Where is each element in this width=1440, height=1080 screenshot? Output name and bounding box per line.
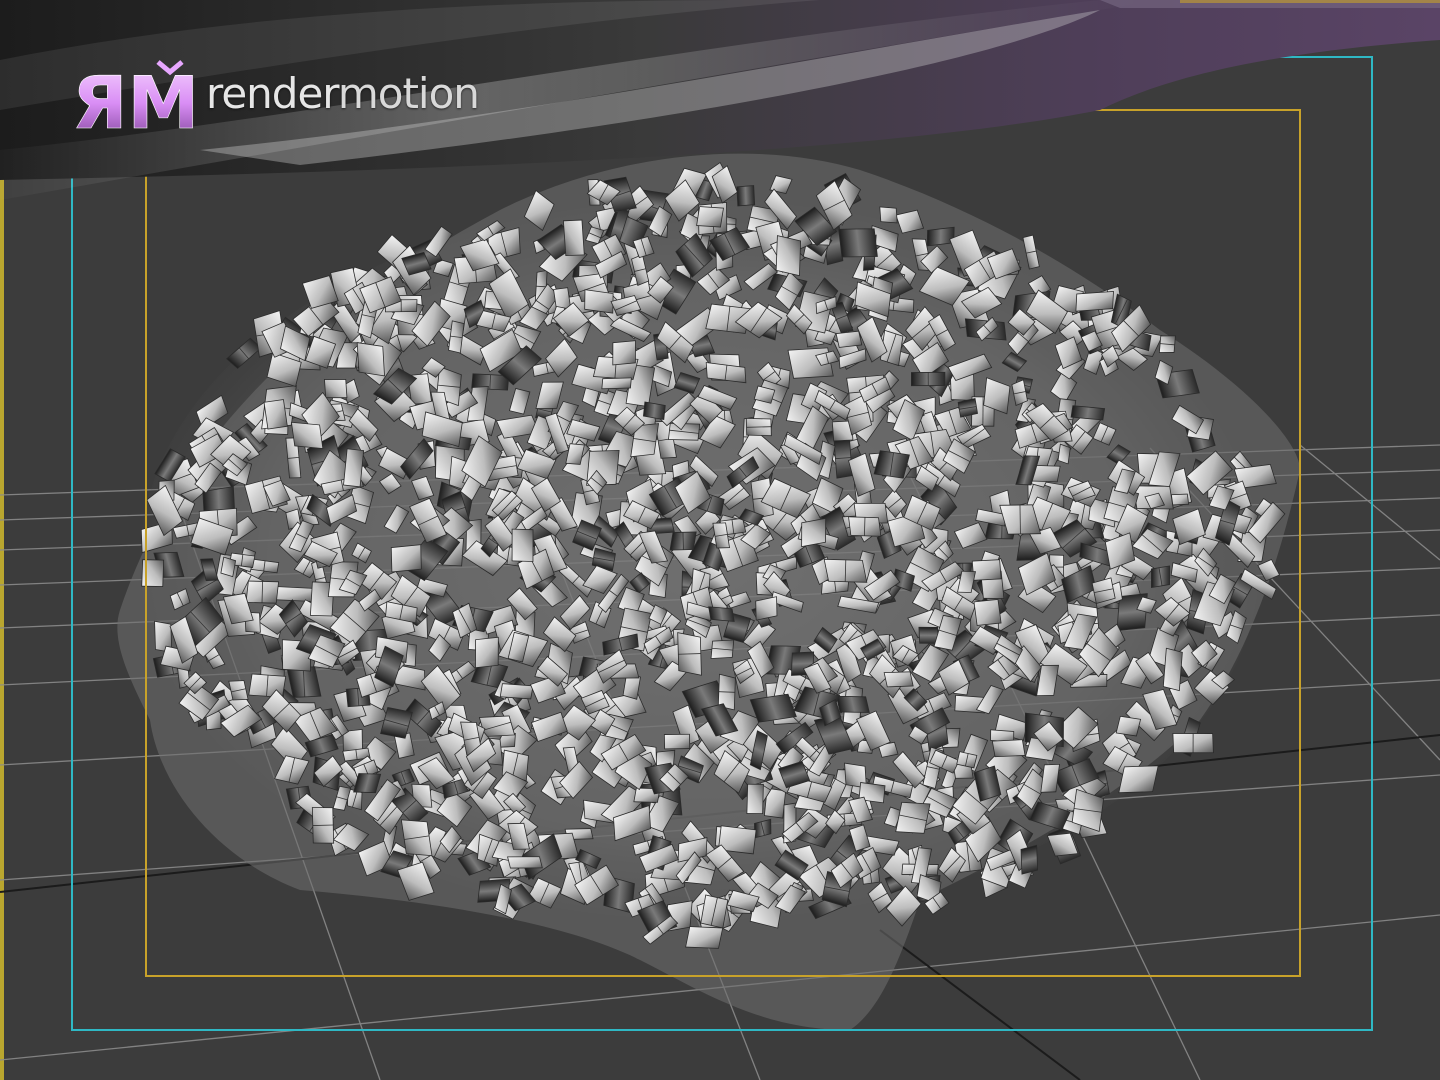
leaf-quad xyxy=(835,695,870,713)
grid-axis-z xyxy=(879,929,1081,1080)
leaf-edge xyxy=(261,581,263,603)
leaf-quad xyxy=(511,528,534,562)
leaf-quad xyxy=(584,289,614,314)
leaf-quad xyxy=(601,377,632,390)
leaf-quad xyxy=(1170,493,1190,506)
leaf-quad xyxy=(755,596,778,621)
tree-model[interactable] xyxy=(117,153,1301,1030)
leaf-quad xyxy=(1040,763,1060,793)
leaf-quad xyxy=(273,586,317,602)
leaf-quad xyxy=(1046,832,1079,857)
viewport-scene xyxy=(0,0,1440,1080)
leaf-quad xyxy=(642,401,666,421)
leaf-quad xyxy=(1020,844,1039,875)
leaf-quad xyxy=(708,606,735,622)
rendermotion-logo-mark-icon: ЯM xyxy=(66,60,204,145)
leaf-quad xyxy=(1162,647,1183,692)
leaf-quad xyxy=(736,185,756,207)
leaf-quad xyxy=(696,206,724,228)
logo-mark-text: ЯM xyxy=(72,61,199,136)
leaf-quad xyxy=(1118,765,1159,794)
leaf-quad xyxy=(1057,443,1071,465)
leaf-quad xyxy=(356,342,385,377)
leaf-quad xyxy=(343,448,365,488)
leaf-quad xyxy=(220,556,237,578)
leaf-quad xyxy=(1070,405,1106,421)
leaf-edge xyxy=(864,517,866,536)
logo-wordmark-render: render xyxy=(206,69,339,118)
leaf-quad xyxy=(926,226,955,247)
3d-viewport[interactable]: ЯM rendermotion xyxy=(0,0,1440,1080)
leaf-quad xyxy=(475,636,499,669)
leaf-quad xyxy=(290,421,324,449)
leaf-quad xyxy=(879,206,898,224)
leaf-quad xyxy=(991,739,1026,758)
leaf-quad xyxy=(353,773,382,794)
leaf-quad xyxy=(507,856,543,869)
leaf-quad xyxy=(971,559,1002,581)
leaf-quad xyxy=(835,330,863,348)
leaf-edge xyxy=(312,824,334,826)
leaf-quad xyxy=(1115,715,1142,737)
leaf-quad xyxy=(324,379,348,399)
leaf-quad xyxy=(263,399,288,430)
logo-wordmark-motion: motion xyxy=(337,69,480,118)
leaf-quad xyxy=(838,228,878,258)
leaf-quad xyxy=(685,926,724,949)
leaf-quad xyxy=(973,599,1002,626)
leaf-quad xyxy=(612,340,636,366)
logo-wordmark: rendermotion xyxy=(206,69,480,118)
leaf-quad xyxy=(749,693,797,723)
leaf-quad xyxy=(499,683,534,700)
leaf-quad xyxy=(390,544,422,573)
leaf-quad xyxy=(562,219,585,257)
leaf-quad xyxy=(775,235,802,277)
leaf-quad xyxy=(746,783,764,815)
rendermotion-logo: ЯM rendermotion xyxy=(66,56,480,145)
leaf-quad xyxy=(663,733,691,750)
leaf-quad xyxy=(801,517,827,548)
leaf-quad xyxy=(1075,291,1114,312)
leaf-quad xyxy=(883,671,914,688)
